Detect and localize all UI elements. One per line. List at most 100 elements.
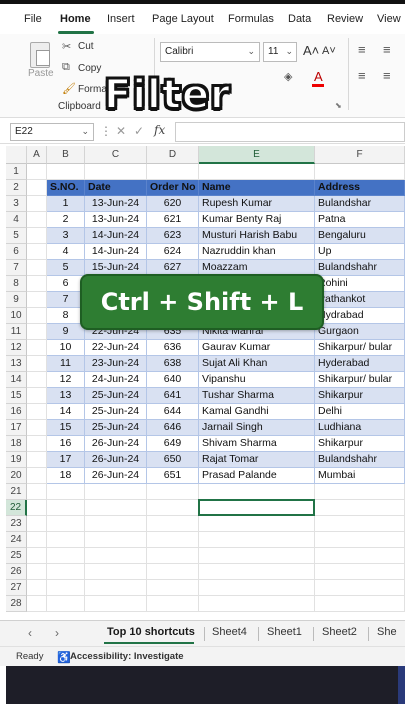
table-cell[interactable]: 26-Jun-24 xyxy=(85,452,147,468)
table-cell[interactable]: 13-Jun-24 xyxy=(85,212,147,228)
table-cell[interactable]: Shikarpur xyxy=(315,436,405,452)
tab-view[interactable]: View xyxy=(377,13,401,25)
cell[interactable] xyxy=(147,164,199,180)
row-header-28[interactable]: 28 xyxy=(6,596,27,612)
shrink-font-button[interactable]: A˅ xyxy=(322,45,336,57)
cell[interactable] xyxy=(27,436,47,452)
table-cell[interactable]: Up xyxy=(315,244,405,260)
cell[interactable] xyxy=(147,500,199,516)
selected-cell-e22[interactable] xyxy=(198,499,315,516)
table-cell[interactable]: Shikarpur/ bular xyxy=(315,372,405,388)
row-header-19[interactable]: 19 xyxy=(6,452,27,468)
cell[interactable] xyxy=(85,596,147,612)
font-name-select[interactable]: Calibri ⌄ xyxy=(160,42,260,62)
table-cell[interactable]: 17 xyxy=(47,452,85,468)
table-cell[interactable]: Nazruddin khan xyxy=(199,244,315,260)
table-cell[interactable]: 11 xyxy=(47,356,85,372)
cell[interactable] xyxy=(27,164,47,180)
row-header-12[interactable]: 12 xyxy=(6,340,27,356)
row-header-10[interactable]: 10 xyxy=(6,308,27,324)
cell[interactable] xyxy=(85,516,147,532)
cell[interactable] xyxy=(147,548,199,564)
sheet-tab[interactable]: Sheet4 xyxy=(212,626,247,638)
column-header-f[interactable]: F xyxy=(315,146,405,164)
cell[interactable] xyxy=(147,516,199,532)
cell[interactable] xyxy=(85,500,147,516)
cell[interactable] xyxy=(27,388,47,404)
cell[interactable] xyxy=(47,580,85,596)
table-cell[interactable]: 651 xyxy=(147,468,199,484)
table-cell[interactable]: 13 xyxy=(47,388,85,404)
table-cell[interactable]: Hyderabad xyxy=(315,356,405,372)
more-options-icon[interactable]: ⋮ xyxy=(100,124,112,138)
table-cell[interactable]: 650 xyxy=(147,452,199,468)
cell[interactable] xyxy=(315,532,405,548)
tab-insert[interactable]: Insert xyxy=(107,13,135,25)
select-all-corner[interactable] xyxy=(6,146,27,164)
cell[interactable] xyxy=(27,468,47,484)
row-header-23[interactable]: 23 xyxy=(6,516,27,532)
sheet-tab[interactable]: She xyxy=(377,626,397,638)
cell[interactable] xyxy=(27,196,47,212)
table-header-cell[interactable]: Order No xyxy=(147,180,199,196)
font-dialog-launcher-icon[interactable]: ⬊ xyxy=(335,101,342,110)
table-cell[interactable]: Mumbai xyxy=(315,468,405,484)
table-header-cell[interactable]: Date xyxy=(85,180,147,196)
cell[interactable] xyxy=(147,596,199,612)
cell[interactable] xyxy=(199,164,315,180)
cell[interactable] xyxy=(47,484,85,500)
column-header-a[interactable]: A xyxy=(27,146,47,164)
row-header-17[interactable]: 17 xyxy=(6,420,27,436)
row-header-18[interactable]: 18 xyxy=(6,436,27,452)
table-cell[interactable]: 14-Jun-24 xyxy=(85,228,147,244)
table-cell[interactable]: Bulandshar xyxy=(315,196,405,212)
cell[interactable] xyxy=(27,564,47,580)
cell[interactable] xyxy=(85,532,147,548)
table-cell[interactable]: Rupesh Kumar xyxy=(199,196,315,212)
font-size-select[interactable]: 11 ⌄ xyxy=(263,42,297,62)
table-cell[interactable]: Shikarpur/ bular xyxy=(315,340,405,356)
cell[interactable] xyxy=(199,516,315,532)
cell[interactable] xyxy=(27,404,47,420)
cell[interactable] xyxy=(47,548,85,564)
table-cell[interactable]: Pathankot xyxy=(315,292,405,308)
cell[interactable] xyxy=(47,596,85,612)
enter-entry-icon[interactable]: ✓ xyxy=(134,124,144,138)
table-cell[interactable]: Ludhiana xyxy=(315,420,405,436)
table-cell[interactable]: Kamal Gandhi xyxy=(199,404,315,420)
table-cell[interactable]: Bulandshahr xyxy=(315,452,405,468)
row-header-24[interactable]: 24 xyxy=(6,532,27,548)
cell[interactable] xyxy=(85,484,147,500)
fill-color-icon[interactable]: ◈ xyxy=(284,70,292,83)
table-cell[interactable]: 649 xyxy=(147,436,199,452)
cell[interactable] xyxy=(27,516,47,532)
table-cell[interactable]: Gurgaon xyxy=(315,324,405,340)
sheet-tab[interactable]: Sheet2 xyxy=(322,626,357,638)
cut-label[interactable]: Cut xyxy=(78,41,94,52)
table-cell[interactable]: Rajat Tomar xyxy=(199,452,315,468)
cell[interactable] xyxy=(147,564,199,580)
table-cell[interactable]: Musturi Harish Babu xyxy=(199,228,315,244)
sheet-tab-active[interactable]: Top 10 shortcuts xyxy=(107,626,195,638)
row-header-14[interactable]: 14 xyxy=(6,372,27,388)
table-cell[interactable]: 26-Jun-24 xyxy=(85,468,147,484)
cell[interactable] xyxy=(27,180,47,196)
tab-file[interactable]: File xyxy=(24,13,42,25)
table-cell[interactable]: Rohini xyxy=(315,276,405,292)
cell[interactable] xyxy=(47,500,85,516)
cell[interactable] xyxy=(315,164,405,180)
worksheet-grid[interactable]: A B C D E F 1 2 S.NO. Date Order No Name Address 3 1 13… xyxy=(0,146,405,620)
prev-sheet-icon[interactable]: ‹ xyxy=(28,626,32,640)
column-header-e[interactable]: E xyxy=(199,146,315,164)
cell[interactable] xyxy=(315,596,405,612)
name-box[interactable]: E22 ⌄ xyxy=(10,123,94,141)
font-color-button[interactable]: A xyxy=(314,69,323,84)
cell[interactable] xyxy=(27,356,47,372)
table-cell[interactable]: Sujat Ali Khan xyxy=(199,356,315,372)
table-cell[interactable]: Bulandshahr xyxy=(315,260,405,276)
grow-font-button[interactable]: A˄ xyxy=(303,43,319,58)
cell[interactable] xyxy=(85,580,147,596)
table-cell[interactable]: 5 xyxy=(47,260,85,276)
column-header-c[interactable]: C xyxy=(85,146,147,164)
cell[interactable] xyxy=(147,484,199,500)
